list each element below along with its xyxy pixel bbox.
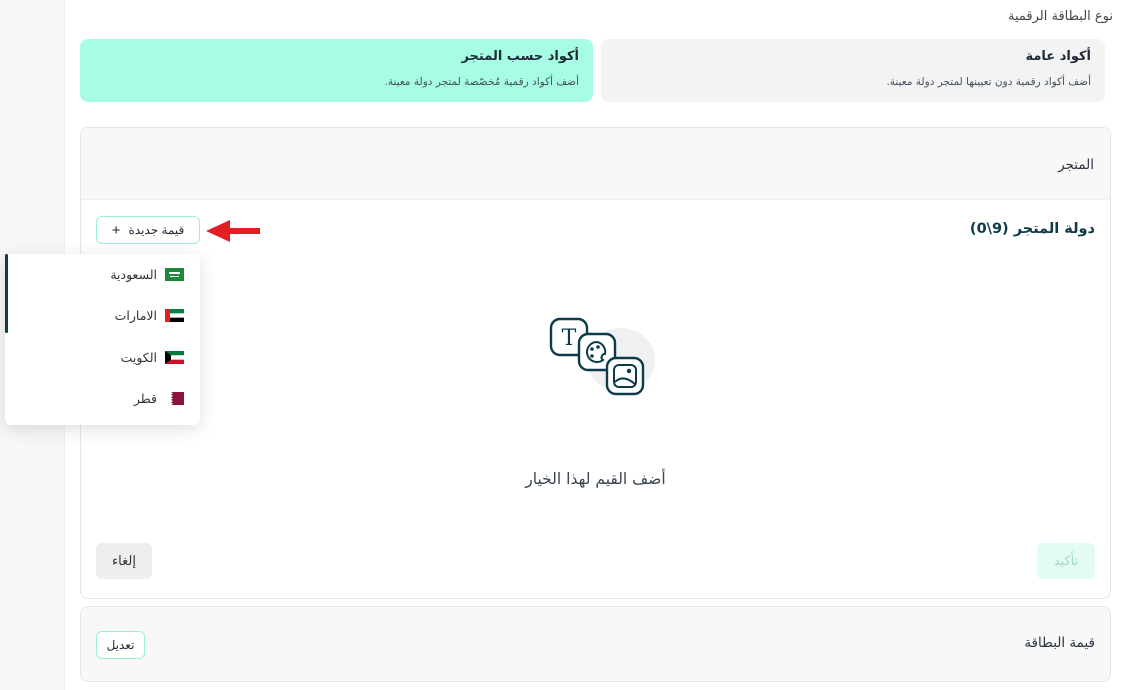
general-codes-option[interactable]: أكواد عامة أضف أكواد رقمية دون تعيينها ل… (601, 39, 1105, 102)
empty-state-illustration-icon: T (549, 317, 655, 396)
empty-state-text: أضف القيم لهذا الخيار (525, 470, 666, 488)
main-content: نوع البطاقة الرقمية أكواد عامة أضف أكواد… (65, 0, 1123, 690)
uae-flag-icon (165, 308, 184, 322)
dropdown-item-label: الكويت (120, 349, 157, 365)
card-type-label: نوع البطاقة الرقمية (1007, 9, 1113, 24)
annotation-arrow-icon (206, 220, 260, 242)
general-codes-subtitle: أضف أكواد رقمية دون تعيينها لمتجر دولة م… (886, 76, 1091, 88)
dropdown-item-qatar[interactable]: قطر (134, 387, 184, 409)
dropdown-item-kuwait[interactable]: الكويت (121, 346, 184, 368)
store-header-label: المتجر (1058, 157, 1094, 173)
store-panel-header: المتجر (81, 128, 1110, 200)
saudi-flag-icon (165, 267, 184, 281)
store-codes-title: أكواد حسب المتجر (461, 49, 579, 64)
card-value-panel: قيمة البطاقة تعديل (80, 606, 1111, 682)
dropdown-item-saudi[interactable]: السعودية (110, 263, 184, 285)
confirm-button[interactable]: تأكيد (1037, 543, 1095, 579)
dropdown-item-label: الامارات (114, 307, 157, 323)
edit-button[interactable]: تعديل (96, 631, 145, 659)
plus-icon: + (111, 221, 121, 239)
dropdown-item-uae[interactable]: الامارات (115, 304, 184, 326)
store-country-title: دولة المتجر (9\0) (969, 221, 1095, 237)
new-value-label: قيمة جديدة (128, 223, 185, 237)
cancel-button[interactable]: إلغاء (96, 543, 152, 579)
dropdown-item-label: السعودية (110, 266, 157, 282)
dropdown-scroll-indicator (5, 254, 8, 333)
qatar-flag-icon (165, 391, 184, 405)
store-codes-option[interactable]: أكواد حسب المتجر أضف أكواد رقمية مُخصّصة… (80, 39, 593, 102)
dropdown-item-label: قطر (133, 390, 157, 406)
svg-text:T: T (562, 326, 577, 351)
general-codes-title: أكواد عامة (1025, 49, 1091, 64)
card-value-title: قيمة البطاقة (1024, 635, 1095, 651)
kuwait-flag-icon (165, 350, 184, 364)
new-value-button[interactable]: قيمة جديدة + (96, 216, 200, 244)
store-panel: المتجر دولة المتجر (9\0) قيمة جديدة + T … (80, 127, 1111, 599)
country-dropdown: السعودية الامارات الكويت قطر (5, 254, 200, 425)
store-codes-subtitle: أضف أكواد رقمية مُخصّصة لمتجر دولة معينة… (384, 76, 579, 88)
